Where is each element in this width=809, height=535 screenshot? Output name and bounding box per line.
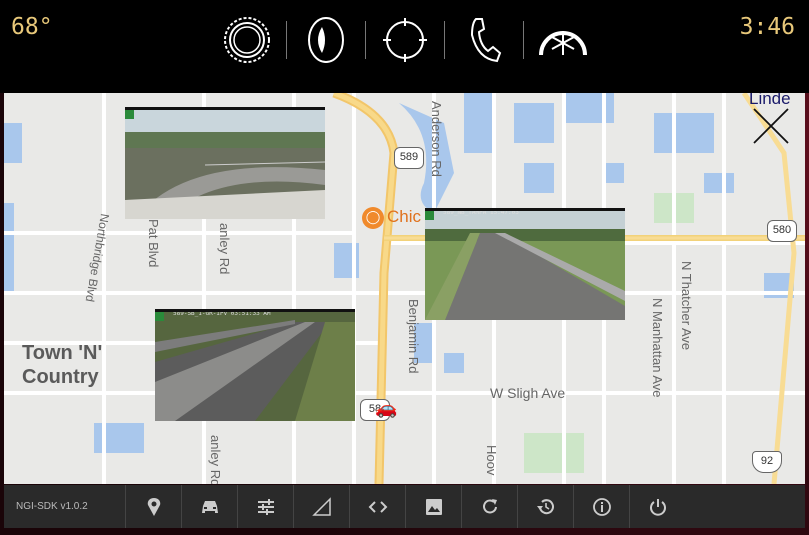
info-button[interactable] [573, 485, 629, 528]
map-view[interactable]: Linde Anderson Rd Pat Blvd Northbridge B… [4, 93, 805, 484]
separator [286, 21, 287, 59]
top-status-bar: 68° 3:46 [0, 0, 809, 93]
clock-readout: 3:46 [739, 14, 795, 40]
restaurant-poi-icon[interactable]: ◯ [362, 207, 384, 229]
location-button[interactable] [125, 485, 181, 528]
separator [365, 21, 366, 59]
separator [523, 21, 524, 59]
phone-icon[interactable] [455, 14, 513, 66]
route-shield-92: 92 [752, 451, 782, 473]
map-label-hoover: Hoov [484, 445, 499, 476]
code-button[interactable] [349, 485, 405, 528]
signal-icon [311, 496, 331, 516]
refresh-button[interactable] [461, 485, 517, 528]
map-label-stanley-rd-lower: anley Rd [208, 435, 223, 484]
image-button[interactable] [405, 485, 461, 528]
top-icon-row [218, 14, 592, 66]
map-label-pat-blvd: Pat Blvd [146, 219, 161, 268]
power-icon [649, 498, 666, 516]
power-button[interactable] [629, 485, 685, 528]
navigation-crosshair-icon[interactable] [376, 14, 434, 66]
climate-fan-icon[interactable] [534, 14, 592, 66]
info-icon [592, 497, 611, 516]
camera-image-3 [155, 312, 355, 421]
route-shield-589: 589 [394, 147, 424, 169]
map-label-benjamin-rd: Benjamin Rd [406, 299, 421, 374]
map-label-anderson-rd: Anderson Rd [429, 101, 444, 177]
map-label-poi: Chic [387, 207, 422, 226]
settings-gear-icon[interactable] [218, 14, 276, 66]
vehicle-button[interactable] [181, 485, 237, 528]
map-label-stanley-rd-upper: anley Rd [217, 223, 232, 275]
sdk-version-label: NGI-SDK v1.0.2 [16, 501, 88, 512]
code-icon [368, 500, 387, 513]
location-pin-icon [147, 497, 160, 516]
map-label-n-thatcher-ave: N Thatcher Ave [679, 261, 694, 351]
image-icon [425, 498, 442, 515]
temperature-readout: 68° [11, 14, 53, 40]
route-shield-580: 580 [767, 220, 797, 242]
car-icon [201, 500, 218, 513]
settings-sliders-button[interactable] [237, 485, 293, 528]
camera-image-1 [125, 110, 325, 219]
camera-image-2 [425, 211, 625, 320]
media-disc-icon[interactable] [297, 14, 355, 66]
map-label-w-sligh-ave: W Sligh Ave [490, 385, 566, 401]
separator [444, 21, 445, 59]
map-label-town-n-country: Town 'N' Country [22, 342, 103, 388]
traffic-camera-feed-2[interactable]: 589_NB_TAMPA 15:47:03 [425, 208, 625, 320]
camera-flag-icon [125, 110, 134, 119]
camera-flag-icon [155, 312, 164, 321]
refresh-icon [482, 498, 497, 513]
camera-timestamp: 589-SB_1-GR-IPV 03:51:33 AM [173, 310, 271, 317]
traffic-camera-feed-1[interactable] [125, 107, 325, 219]
bottom-toolbar: NGI-SDK v1.0.2 [4, 485, 805, 528]
camera-flag-icon [425, 211, 434, 220]
history-icon [536, 498, 554, 514]
map-label-n-manhattan-ave: N Manhattan Ave [650, 298, 665, 398]
signal-button[interactable] [293, 485, 349, 528]
traffic-camera-feed-3[interactable]: 589-SB_1-GR-IPV 03:51:33 AM [155, 309, 355, 421]
close-icon[interactable] [752, 107, 790, 145]
sliders-icon [257, 498, 274, 515]
history-button[interactable] [517, 485, 573, 528]
camera-timestamp: 589_NB_TAMPA 15:47:03 [443, 209, 519, 216]
vehicle-position-icon: 🚗 [375, 398, 398, 419]
